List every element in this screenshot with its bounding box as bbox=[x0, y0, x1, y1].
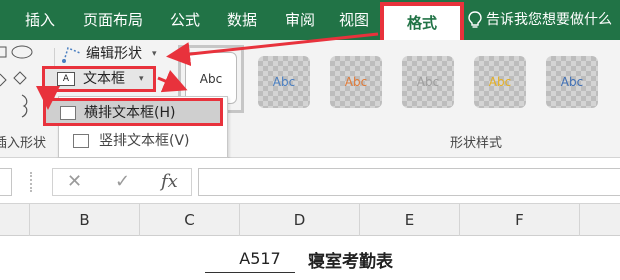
group-label-shape-styles: 形状样式 bbox=[450, 136, 503, 151]
textbox-button[interactable]: A 文本框 ▾ bbox=[42, 66, 156, 92]
menu-item-vertical-textbox[interactable]: 竖排文本框(V) bbox=[59, 129, 227, 157]
vertical-textbox-icon bbox=[73, 134, 89, 148]
shape-style-label: Abc bbox=[560, 75, 584, 89]
menu-item-vertical-label: 竖排文本框(V) bbox=[99, 133, 190, 149]
cancel-icon[interactable]: ✕ bbox=[67, 169, 82, 195]
tab-insert[interactable]: 插入 bbox=[18, 0, 62, 40]
ribbon-tab-bar: 插入 页面布局 公式 数据 审阅 视图 格式 告诉我您想要做什么 bbox=[0, 0, 620, 45]
column-header-g[interactable] bbox=[580, 204, 620, 236]
shape-style-2[interactable]: Abc bbox=[258, 56, 310, 108]
formula-buttons: ✕ ✓ fx bbox=[52, 168, 192, 196]
tab-page-layout[interactable]: 页面布局 bbox=[78, 0, 148, 40]
formula-bar-grip bbox=[30, 172, 32, 192]
shape-style-5[interactable]: Abc bbox=[474, 56, 526, 108]
name-box[interactable] bbox=[0, 168, 12, 196]
column-header-d[interactable]: D bbox=[240, 204, 360, 236]
menu-item-horizontal-textbox[interactable]: 横排文本框(H) bbox=[43, 98, 223, 126]
lightbulb-icon bbox=[468, 11, 482, 28]
menu-item-horizontal-label: 横排文本框(H) bbox=[84, 105, 176, 121]
select-all-corner[interactable] bbox=[0, 204, 30, 236]
tell-me-text: 告诉我您想要做什么 bbox=[486, 12, 612, 28]
tab-data[interactable]: 数据 bbox=[220, 0, 264, 40]
edit-shape-icon bbox=[62, 46, 81, 63]
formula-input[interactable] bbox=[198, 168, 620, 196]
shape-style-label: Abc bbox=[344, 75, 368, 89]
column-header-c[interactable]: C bbox=[140, 204, 240, 236]
tab-view[interactable]: 视图 bbox=[332, 0, 376, 40]
chevron-down-icon: ▾ bbox=[139, 74, 144, 84]
cell-underline bbox=[205, 272, 295, 273]
shape-style-label: Abc bbox=[488, 75, 512, 89]
textbox-label: 文本框 bbox=[83, 71, 125, 87]
tab-review[interactable]: 审阅 bbox=[278, 0, 322, 40]
column-header-f[interactable]: F bbox=[460, 204, 580, 236]
shape-style-label: Abc bbox=[272, 75, 296, 89]
tab-formulas[interactable]: 公式 bbox=[163, 0, 207, 40]
shape-style-label: Abc bbox=[199, 72, 223, 86]
edit-shape-button[interactable]: 编辑形状 ▾ bbox=[60, 43, 166, 65]
horizontal-textbox-icon bbox=[60, 106, 76, 120]
column-header-b[interactable]: B bbox=[30, 204, 140, 236]
group-label-insert-shapes: 插入形状 bbox=[0, 136, 47, 151]
column-header-e[interactable]: E bbox=[360, 204, 460, 236]
column-headers: B C D E F bbox=[0, 204, 620, 236]
check-icon[interactable]: ✓ bbox=[115, 169, 130, 195]
sheet-cell-value[interactable]: A517 bbox=[225, 249, 295, 268]
textbox-icon: A bbox=[57, 72, 75, 86]
chevron-down-icon: ▾ bbox=[152, 49, 157, 59]
tab-format-label: 格式 bbox=[406, 14, 437, 32]
shape-style-4[interactable]: Abc bbox=[402, 56, 454, 108]
sheet-title[interactable]: 寝室考勤表 bbox=[308, 247, 393, 272]
shape-style-3[interactable]: Abc bbox=[330, 56, 382, 108]
tab-format[interactable]: 格式 bbox=[380, 2, 464, 45]
edit-shape-label: 编辑形状 bbox=[86, 46, 142, 62]
shape-style-6[interactable]: Abc bbox=[546, 56, 598, 108]
textbox-dropdown-menu: 横排文本框(H) 竖排文本框(V) bbox=[43, 96, 228, 158]
insert-function-button[interactable]: fx bbox=[161, 169, 178, 195]
shape-style-label: Abc bbox=[416, 75, 440, 89]
tell-me-search[interactable]: 告诉我您想要做什么 bbox=[468, 0, 612, 40]
formula-bar: ✕ ✓ fx bbox=[0, 158, 620, 204]
